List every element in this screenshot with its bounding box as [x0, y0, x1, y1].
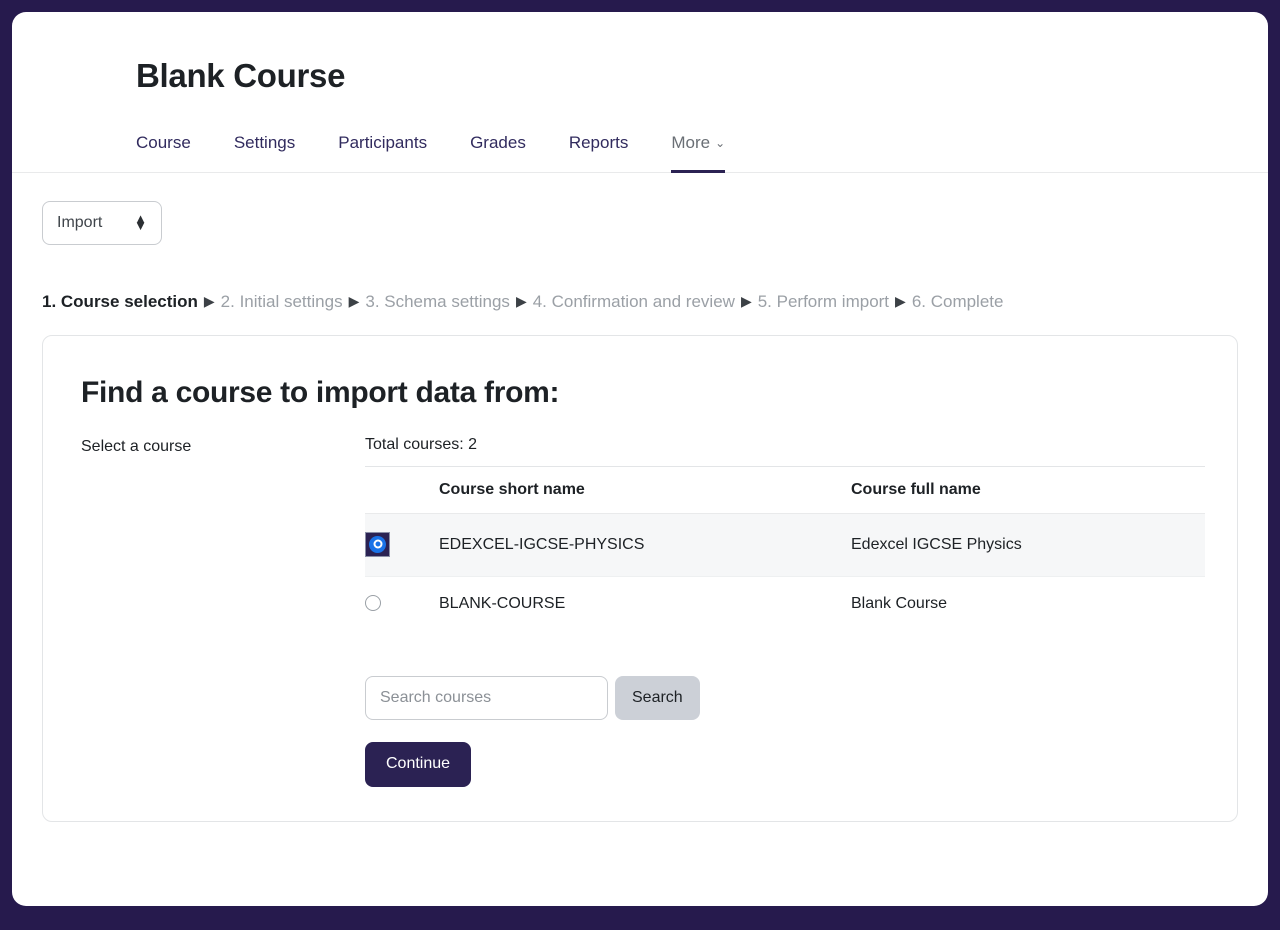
chevron-down-icon: ⌄ — [715, 135, 726, 150]
radio-button-icon — [369, 535, 386, 553]
page-card: Blank Course Course Settings Participants G… — [12, 12, 1268, 906]
import-card: Find a course to import data from: Selec… — [42, 334, 1238, 822]
step-separator-icon: ▶ — [895, 292, 906, 309]
courses-table: Course short name Course full name EDEXC… — [365, 466, 1205, 632]
step-4: 4. Confirmation and review — [532, 291, 735, 311]
tab-label: Reports — [568, 132, 629, 152]
step-5: 5. Perform import — [757, 291, 890, 311]
step-1: 1. Course selection — [42, 291, 198, 311]
select-course-field: Total courses: 2 Course short name Cours… — [365, 436, 1213, 787]
column-header-short-name: Course short name — [439, 466, 851, 514]
action-select-value: Import — [57, 213, 103, 231]
course-radio-selected[interactable] — [365, 531, 390, 557]
column-header-full-name: Course full name — [851, 466, 1205, 514]
course-search-row: Search — [365, 675, 1205, 720]
course-radio[interactable] — [365, 595, 381, 612]
total-courses-count: Total courses: 2 — [365, 436, 1205, 467]
tab-grades[interactable]: Grades — [470, 125, 526, 173]
course-tab-nav: Course Settings Participants Grades Reports M… — [12, 124, 1268, 173]
step-separator-icon: ▶ — [348, 292, 360, 309]
tab-label: Participants — [338, 132, 428, 152]
page-title: Blank Course — [136, 57, 346, 94]
table-row[interactable]: EDEXCEL-IGCSE-PHYSICS Edexcel IGCSE Physi… — [365, 512, 1205, 577]
step-separator-icon: ▶ — [740, 292, 752, 309]
card-heading: Find a course to import data from: — [81, 375, 560, 409]
select-course-label: Select a course — [81, 437, 192, 455]
tab-participants[interactable]: Participants — [338, 125, 427, 173]
tab-label: Grades — [470, 132, 526, 152]
page-body: Import ▲ ▼ 1. Course selection ▶ 2. Initial… — [12, 173, 1268, 822]
course-short-name: EDEXCEL-IGCSE-PHYSICS — [439, 512, 851, 577]
tab-course[interactable]: Course — [136, 125, 191, 173]
tab-settings[interactable]: Settings — [234, 125, 295, 173]
courses-table-head: Course short name Course full name — [365, 466, 1205, 514]
tab-label: Course — [136, 132, 191, 152]
tab-label: More — [671, 132, 711, 152]
course-full-name: Edexcel IGCSE Physics — [851, 512, 1205, 577]
action-select[interactable]: Import ▲ ▼ — [42, 200, 162, 245]
course-radio-cell — [365, 576, 439, 631]
continue-button[interactable]: Continue — [365, 741, 472, 787]
search-button[interactable]: Search — [615, 675, 700, 720]
import-steps-breadcrumb: 1. Course selection ▶ 2. Initial settings ▶… — [42, 291, 1238, 313]
tab-reports[interactable]: Reports — [569, 125, 629, 173]
continue-row: Continue — [365, 720, 1205, 787]
courses-table-body: EDEXCEL-IGCSE-PHYSICS Edexcel IGCSE Physi… — [365, 512, 1205, 631]
course-full-name: Blank Course — [851, 594, 948, 612]
column-header-select — [365, 466, 439, 514]
table-row[interactable]: BLANK-COURSE Blank Course — [365, 576, 1205, 631]
tab-more[interactable]: More ⌄ — [671, 125, 726, 173]
up-down-chevrons-icon: ▲ ▼ — [134, 210, 147, 233]
step-3: 3. Schema settings — [365, 291, 510, 311]
tab-label: Settings — [233, 132, 296, 152]
course-radio-cell — [365, 512, 439, 577]
page-header: Blank Course Course Settings Participants G… — [12, 12, 1268, 173]
courses-table-header-row: Course short name Course full name — [365, 466, 1205, 514]
step-separator-icon: ▶ — [515, 292, 527, 309]
step-2: 2. Initial settings — [220, 291, 343, 311]
select-course-form-row: Select a course Total courses: 2 Course … — [67, 436, 1213, 787]
search-courses-input[interactable] — [365, 675, 608, 720]
step-6: 6. Complete — [911, 291, 1004, 311]
step-separator-icon: ▶ — [203, 292, 215, 309]
course-short-name: BLANK-COURSE — [439, 594, 566, 612]
